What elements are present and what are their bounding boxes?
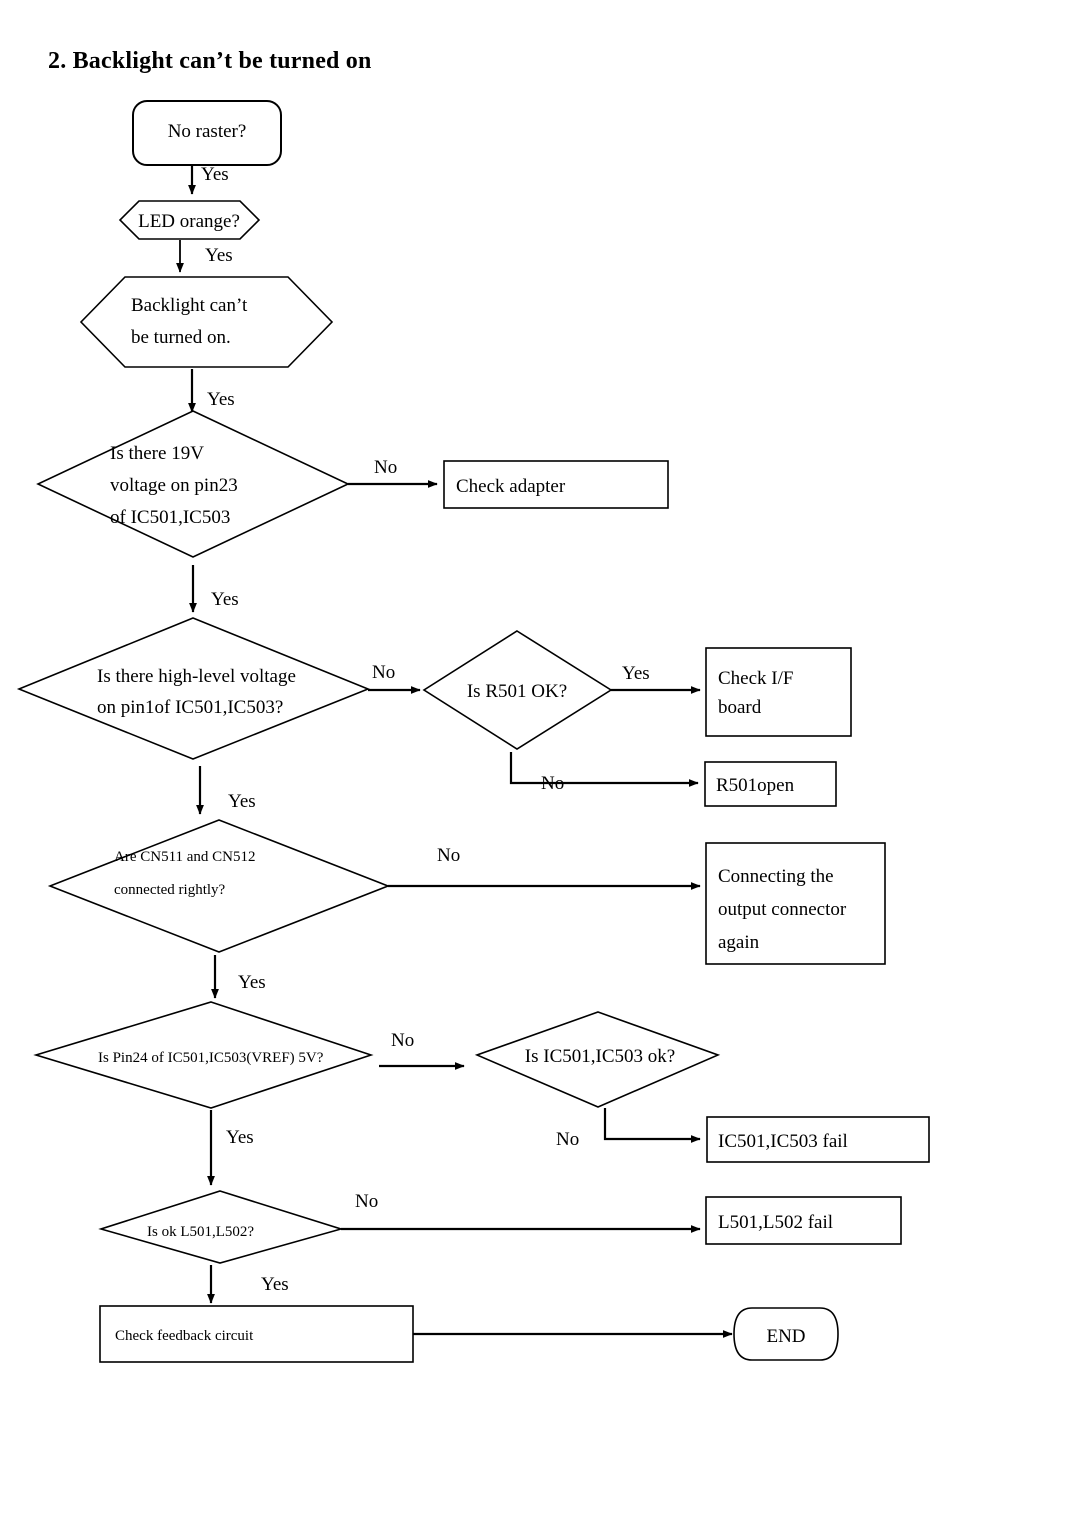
node-r501-open[interactable]: R501open bbox=[704, 761, 837, 807]
ic501-ic503-ok-label: Is IC501,IC503 ok? bbox=[525, 1046, 675, 1067]
19v-pin23-label-line1: Is there 19V bbox=[110, 443, 204, 464]
high-level-pin1-shape bbox=[16, 617, 371, 760]
node-backlight-off[interactable]: Backlight can’t be turned on. bbox=[79, 276, 334, 368]
edge-label-yes-9: Yes bbox=[261, 1274, 289, 1295]
pin24-vref-label: Is Pin24 of IC501,IC503(VREF) 5V? bbox=[98, 1050, 324, 1066]
node-cn511-cn512[interactable]: Are CN511 and CN512 connected rightly? bbox=[47, 819, 391, 953]
node-check-adapter[interactable]: Check adapter bbox=[443, 460, 669, 509]
edge-label-yes-7: Yes bbox=[238, 972, 266, 993]
reconnect-output-label-line1: Connecting the bbox=[718, 866, 834, 887]
node-reconnect-output[interactable]: Connecting the output connector again bbox=[705, 842, 886, 965]
19v-pin23-label-line2: voltage on pin23 bbox=[110, 475, 238, 496]
check-adapter-label: Check adapter bbox=[456, 476, 566, 497]
check-if-board-label-line2: board bbox=[718, 697, 762, 718]
edge-19v-to-check-adapter: No bbox=[348, 457, 438, 488]
node-19v-pin23[interactable]: Is there 19V voltage on pin23 of IC501,I… bbox=[36, 410, 350, 558]
l501-l502-ok-label: Is ok L501,L502? bbox=[147, 1224, 254, 1240]
reconnect-output-label-line2: output connector bbox=[718, 899, 847, 920]
edge-led-orange-to-backlight-off: Yes bbox=[176, 240, 233, 273]
cn511-cn512-label-line1: Are CN511 and CN512 bbox=[114, 849, 256, 865]
edge-label-no-1: No bbox=[374, 457, 397, 478]
edge-r501-to-r501open: No bbox=[509, 752, 699, 794]
backlight-off-shape bbox=[79, 276, 334, 368]
backlight-off-label-line1: Backlight can’t bbox=[131, 295, 248, 316]
edge-l501-to-check-feedback: Yes bbox=[207, 1265, 289, 1304]
edge-high-level-to-cn511: Yes bbox=[196, 766, 256, 815]
edge-label-no-2: No bbox=[372, 662, 395, 683]
edge-pin24-to-ic501-ok: No bbox=[379, 1030, 465, 1070]
check-if-board-shape bbox=[705, 647, 852, 737]
edge-19v-to-high-level: Yes bbox=[189, 565, 239, 613]
node-check-feedback[interactable]: Check feedback circuit bbox=[99, 1305, 414, 1363]
node-led-orange[interactable]: LED orange? bbox=[118, 200, 261, 240]
node-check-if-board[interactable]: Check I/F board bbox=[705, 647, 852, 737]
high-level-pin1-label-line2: on pin1of IC501,IC503? bbox=[97, 697, 283, 718]
edge-label-yes-3: Yes bbox=[207, 389, 235, 410]
edge-no-raster-to-led-orange: Yes bbox=[188, 164, 229, 195]
edge-l501-to-fail: No bbox=[341, 1191, 701, 1233]
edge-label-no-5: No bbox=[391, 1030, 414, 1051]
node-r501-ok[interactable]: Is R501 OK? bbox=[422, 630, 613, 750]
node-l501-l502-ok[interactable]: Is ok L501,L502? bbox=[98, 1190, 344, 1264]
edge-cn511-to-pin24: Yes bbox=[211, 955, 266, 999]
node-high-level-pin1[interactable]: Is there high-level voltage on pin1of IC… bbox=[16, 617, 371, 760]
edge-r501-to-check-if-board: Yes bbox=[611, 663, 701, 694]
high-level-pin1-label-line1: Is there high-level voltage bbox=[97, 666, 296, 687]
19v-pin23-label-line3: of IC501,IC503 bbox=[110, 507, 230, 528]
edge-pin24-to-l501: Yes bbox=[207, 1110, 254, 1186]
edge-label-yes-1: Yes bbox=[201, 164, 229, 185]
node-pin24-vref[interactable]: Is Pin24 of IC501,IC503(VREF) 5V? bbox=[33, 1001, 374, 1109]
backlight-off-label-line2: be turned on. bbox=[131, 327, 231, 348]
edge-cn511-to-reconnect: No bbox=[388, 845, 701, 890]
r501-open-label: R501open bbox=[716, 775, 795, 796]
edge-label-no-4: No bbox=[437, 845, 460, 866]
edge-backlight-off-to-v19: Yes bbox=[188, 369, 235, 413]
edge-label-no-3: No bbox=[541, 773, 564, 794]
node-ic501-ic503-ok[interactable]: Is IC501,IC503 ok? bbox=[474, 1011, 721, 1108]
check-if-board-label-line1: Check I/F bbox=[718, 668, 793, 689]
node-end[interactable]: END bbox=[733, 1307, 839, 1361]
led-orange-label: LED orange? bbox=[138, 211, 240, 232]
edge-label-yes-2: Yes bbox=[205, 245, 233, 266]
edge-label-yes-4: Yes bbox=[211, 589, 239, 610]
r501-ok-label: Is R501 OK? bbox=[467, 681, 567, 702]
ic501-ic503-fail-label: IC501,IC503 fail bbox=[718, 1131, 848, 1152]
check-feedback-label: Check feedback circuit bbox=[115, 1328, 254, 1344]
node-l501-l502-fail[interactable]: L501,L502 fail bbox=[705, 1196, 902, 1245]
edge-label-yes-6: Yes bbox=[228, 791, 256, 812]
edge-label-yes-5: Yes bbox=[622, 663, 650, 684]
node-no-raster[interactable]: No raster? bbox=[132, 100, 282, 166]
reconnect-output-label-line3: again bbox=[718, 932, 760, 953]
edge-high-level-to-r501: No bbox=[368, 662, 421, 694]
edge-label-no-7: No bbox=[355, 1191, 378, 1212]
l501-l502-fail-label: L501,L502 fail bbox=[718, 1212, 833, 1233]
end-label: END bbox=[766, 1326, 805, 1347]
no-raster-label: No raster? bbox=[168, 121, 247, 142]
edge-label-no-6: No bbox=[556, 1129, 579, 1150]
flowchart-page: 2. Backlight can’t be turned on No raste… bbox=[0, 0, 1080, 1528]
node-ic501-ic503-fail[interactable]: IC501,IC503 fail bbox=[706, 1116, 930, 1163]
flowchart-canvas: No raster? Yes LED orange? Yes Backlight… bbox=[16, 100, 930, 1363]
edge-ic501-ok-to-fail: No bbox=[556, 1108, 701, 1150]
cn511-cn512-label-line2: connected rightly? bbox=[114, 882, 226, 898]
edge-label-yes-8: Yes bbox=[226, 1127, 254, 1148]
